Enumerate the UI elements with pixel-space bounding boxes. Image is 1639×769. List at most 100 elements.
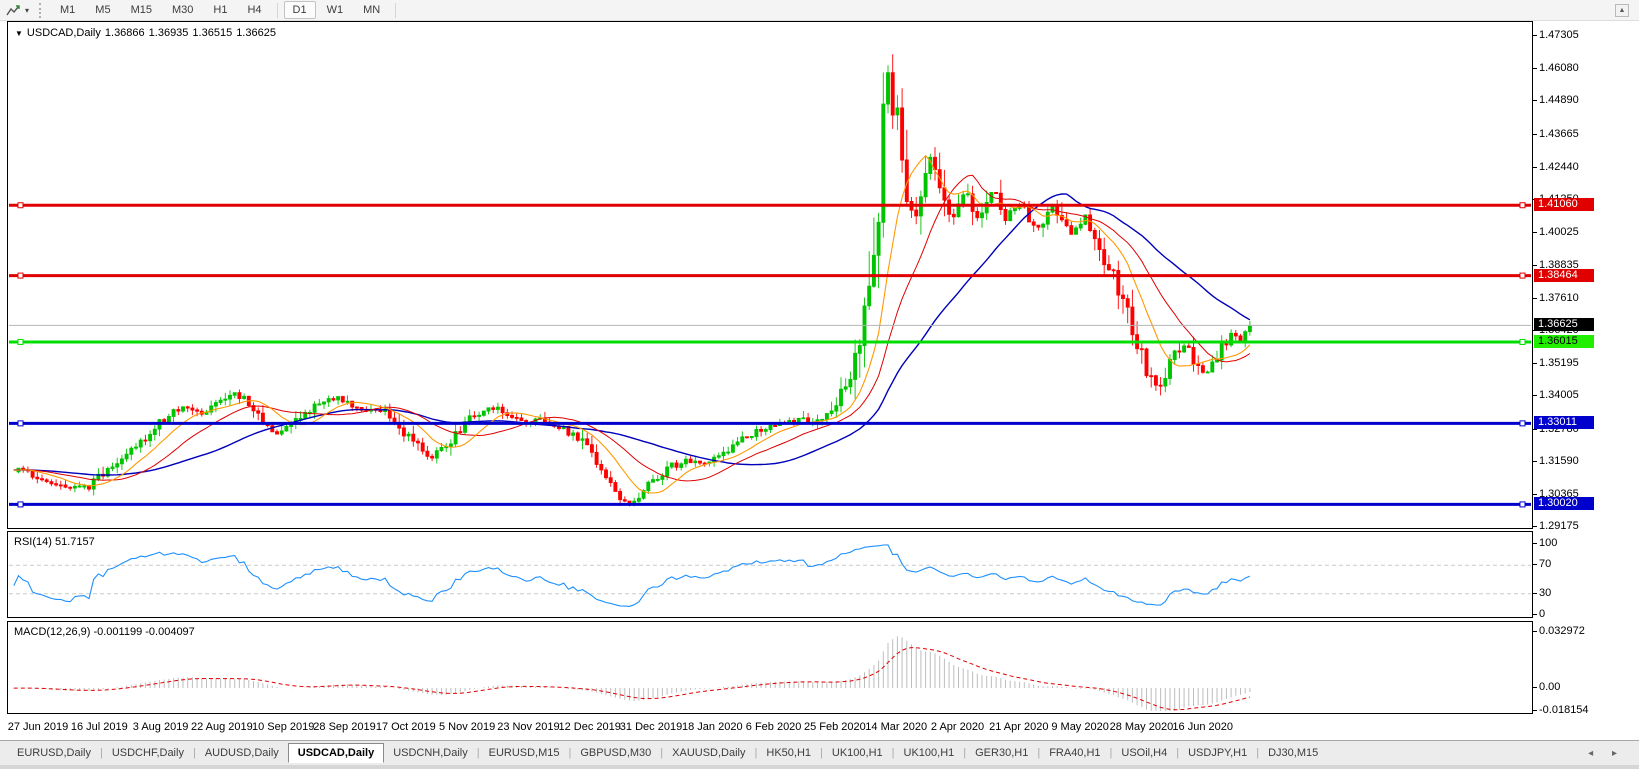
- price-axis-label: 1.42440: [1539, 161, 1579, 173]
- chart-tab-xauusd-daily[interactable]: XAUUSD,Daily: [663, 744, 754, 762]
- axis-tick: [1533, 298, 1537, 299]
- axis-tick: [1533, 564, 1537, 565]
- axis-tick: [1533, 134, 1537, 135]
- axis-tick: [1533, 35, 1537, 36]
- timeframe-button-w1[interactable]: W1: [318, 1, 353, 19]
- price-axis-label: 1.43665: [1539, 128, 1579, 140]
- rsi-axis-label: 70: [1539, 558, 1551, 570]
- timeframe-button-h4[interactable]: H4: [238, 1, 270, 19]
- timeframe-button-m30[interactable]: M30: [163, 1, 202, 19]
- level-end-marker[interactable]: [1520, 339, 1525, 344]
- macd-indicator-panel[interactable]: MACD(12,26,9) -0.001199 -0.004097: [7, 621, 1533, 714]
- axis-tick: [1533, 265, 1537, 266]
- timeframe-button-h1[interactable]: H1: [204, 1, 236, 19]
- date-axis-label: 21 Apr 2020: [989, 721, 1048, 733]
- axis-tick: [1533, 167, 1537, 168]
- timeframe-button-mn[interactable]: MN: [354, 1, 389, 19]
- chart-tab-dj30-m15[interactable]: DJ30,M15: [1259, 744, 1327, 762]
- axis-tick: [1533, 526, 1537, 527]
- rsi-axis-label: 30: [1539, 587, 1551, 599]
- ohlc-close: 1.36625: [236, 27, 276, 39]
- date-axis-label: 2 Apr 2020: [931, 721, 984, 733]
- level-end-marker[interactable]: [1520, 421, 1525, 426]
- level-end-marker[interactable]: [18, 203, 23, 208]
- axis-tick: [1533, 395, 1537, 396]
- price-axis-label: 1.44890: [1539, 94, 1579, 106]
- chart-tab-usdjpy-h1[interactable]: USDJPY,H1: [1179, 744, 1256, 762]
- date-axis-label: 25 Feb 2020: [804, 721, 866, 733]
- date-axis-label: 18 Jan 2020: [682, 721, 743, 733]
- candlestick-canvas: [8, 22, 1532, 528]
- chart-tab-eurusd-m15[interactable]: EURUSD,M15: [480, 744, 569, 762]
- timeframe-button-m1[interactable]: M1: [51, 1, 84, 19]
- date-axis-label: 31 Dec 2019: [620, 721, 682, 733]
- line-chart-icon: [6, 3, 22, 17]
- rsi-axis-label: 100: [1539, 537, 1557, 549]
- collapse-triangle-icon[interactable]: ▼: [15, 29, 23, 38]
- chart-tab-ger30-h1[interactable]: GER30,H1: [966, 744, 1037, 762]
- axis-tick: [1533, 232, 1537, 233]
- price-axis-label: 1.46080: [1539, 62, 1579, 74]
- timeframe-button-d1[interactable]: D1: [284, 1, 316, 19]
- price-axis-label: 1.35195: [1539, 357, 1579, 369]
- chart-tab-bar: EURUSD,Daily|USDCHF,Daily|AUDUSD,DailyUS…: [0, 740, 1639, 765]
- level-end-marker[interactable]: [1520, 273, 1525, 278]
- macd-axis-label: -0.018154: [1539, 704, 1589, 716]
- chart-tab-fra40-h1[interactable]: FRA40,H1: [1040, 744, 1109, 762]
- chart-tab-usdcnh-daily[interactable]: USDCNH,Daily: [384, 744, 477, 762]
- rsi-line: [14, 545, 1250, 607]
- level-end-marker[interactable]: [18, 339, 23, 344]
- price-axis-label: 1.34005: [1539, 389, 1579, 401]
- macd-signal-line: [14, 648, 1250, 710]
- price-level-badge: 1.33011: [1534, 416, 1594, 429]
- chart-title: ▼ USDCAD,Daily 1.36866 1.36935 1.36515 1…: [15, 27, 276, 39]
- chart-tab-audusd-daily[interactable]: AUDUSD,Daily: [196, 744, 288, 762]
- chart-tab-usdcad-daily[interactable]: USDCAD,Daily: [288, 743, 384, 763]
- chart-mode-button[interactable]: ▾: [0, 3, 33, 17]
- timeframe-button-m15[interactable]: M15: [122, 1, 161, 19]
- level-end-marker[interactable]: [1520, 502, 1525, 507]
- chart-tab-uk100-h1[interactable]: UK100,H1: [895, 744, 964, 762]
- rsi-indicator-panel[interactable]: RSI(14) 51.7157: [7, 531, 1533, 618]
- date-axis[interactable]: 27 Jun 201916 Jul 20193 Aug 201922 Aug 2…: [7, 719, 1533, 737]
- chart-symbol-period: USDCAD,Daily: [27, 27, 101, 39]
- date-axis-label: 10 Sep 2019: [252, 721, 314, 733]
- date-axis-label: 3 Aug 2019: [133, 721, 189, 733]
- date-axis-label: 28 May 2020: [1110, 721, 1174, 733]
- price-axis-label: 1.47305: [1539, 29, 1579, 41]
- date-axis-label: 12 Dec 2019: [558, 721, 620, 733]
- macd-histogram: [14, 636, 1250, 711]
- window-bottom-strip: [0, 765, 1639, 769]
- toolbar-grip[interactable]: [39, 3, 43, 18]
- ma-slow-line: [14, 194, 1250, 475]
- chart-tab-uk100-h1[interactable]: UK100,H1: [823, 744, 892, 762]
- date-axis-label: 22 Aug 2019: [191, 721, 253, 733]
- price-axis[interactable]: 1.473051.460801.448901.436651.424401.412…: [1533, 21, 1639, 718]
- scroll-up-button[interactable]: ▲: [1615, 4, 1629, 17]
- chart-tab-gbpusd-m30[interactable]: GBPUSD,M30: [571, 744, 660, 762]
- price-level-badge: 1.41060: [1534, 198, 1594, 211]
- top-toolbar: ▾ M1M5M15M30H1H4 D1W1MN ▲: [0, 0, 1639, 21]
- rsi-axis-label: 0: [1539, 608, 1545, 620]
- date-axis-label: 28 Sep 2019: [313, 721, 375, 733]
- level-end-marker[interactable]: [1520, 203, 1525, 208]
- chart-tab-hk50-h1[interactable]: HK50,H1: [757, 744, 820, 762]
- macd-axis-label: 0.032972: [1539, 625, 1585, 637]
- toolbar-separator: [395, 3, 396, 18]
- date-axis-label: 17 Oct 2019: [376, 721, 436, 733]
- level-end-marker[interactable]: [18, 502, 23, 507]
- chart-tab-eurusd-daily[interactable]: EURUSD,Daily: [8, 744, 100, 762]
- axis-tick: [1533, 100, 1537, 101]
- chevron-down-icon[interactable]: ▾: [25, 6, 29, 15]
- chart-tab-usdchf-daily[interactable]: USDCHF,Daily: [103, 744, 193, 762]
- axis-tick: [1533, 631, 1537, 632]
- price-level-badge: 1.38464: [1534, 269, 1594, 282]
- ma-medium-line: [14, 175, 1250, 481]
- level-end-marker[interactable]: [18, 421, 23, 426]
- date-axis-label: 6 Feb 2020: [746, 721, 802, 733]
- main-chart-panel[interactable]: ▼ USDCAD,Daily 1.36866 1.36935 1.36515 1…: [7, 21, 1533, 529]
- level-end-marker[interactable]: [18, 273, 23, 278]
- timeframe-button-m5[interactable]: M5: [86, 1, 119, 19]
- tab-scroll-arrows[interactable]: ◂ ▸: [1588, 748, 1625, 759]
- chart-tab-usoil-h4[interactable]: USOil,H4: [1112, 744, 1176, 762]
